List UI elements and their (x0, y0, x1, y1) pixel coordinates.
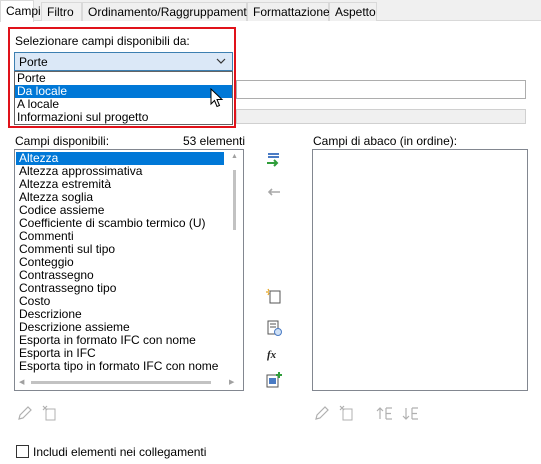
schedule-fields-label: Campi di abaco (in ordine): (313, 134, 458, 148)
include-links-label: Includi elementi nei collegamenti (33, 445, 207, 459)
calculated-value-icon[interactable]: fx (265, 345, 283, 363)
add-field-icon[interactable] (265, 151, 283, 169)
remove-field-icon[interactable] (265, 183, 283, 201)
delete-parameter-icon[interactable] (41, 404, 59, 422)
new-parameter-icon[interactable] (265, 287, 283, 305)
available-fields-label: Campi disponibili: (15, 134, 110, 148)
scroll-left-icon[interactable]: ◀ (19, 379, 24, 387)
tab-bar: Campi Filtro Ordinamento/Raggruppamento … (0, 0, 541, 22)
source-dropdown-list: Porte Da locale A locale Informazioni su… (14, 71, 233, 125)
schedule-fields-list[interactable] (312, 149, 528, 391)
tab-aspetto[interactable]: Aspetto (329, 2, 377, 21)
edit-schedule-field-icon[interactable] (313, 404, 331, 422)
horizontal-scrollbar[interactable]: ◀ ▶ (15, 375, 243, 390)
tab-campi[interactable]: Campi (0, 0, 41, 22)
combine-parameters-icon[interactable] (265, 319, 283, 337)
horizontal-scroll-thumb[interactable] (31, 381, 211, 384)
hidden-readonly-field (236, 109, 526, 124)
move-down-icon[interactable] (402, 404, 420, 422)
tab-ordinamento[interactable]: Ordinamento/Raggruppamento (82, 2, 253, 21)
available-count: 53 elementi (183, 134, 246, 148)
available-fields-list[interactable]: Altezza Altezza approssimativa Altezza e… (14, 149, 244, 391)
mouse-cursor-icon (210, 88, 224, 108)
add-embedded-schedule-icon[interactable] (265, 371, 283, 389)
hidden-input-field[interactable] (236, 80, 526, 99)
list-item[interactable]: Esporta tipo in formato IFC con nome (16, 360, 224, 373)
edit-parameter-icon[interactable] (16, 404, 34, 422)
vertical-scrollbar[interactable]: ▲ (226, 150, 243, 376)
move-up-icon[interactable] (376, 404, 394, 422)
source-option-informazioni-progetto[interactable]: Informazioni sul progetto (15, 111, 232, 124)
tab-formattazione[interactable]: Formattazione (247, 2, 330, 21)
svg-text:fx: fx (267, 349, 277, 361)
tab-filtro[interactable]: Filtro (41, 2, 82, 21)
delete-schedule-field-icon[interactable] (338, 404, 356, 422)
scroll-right-icon[interactable]: ▶ (229, 379, 234, 387)
vertical-scroll-thumb[interactable] (233, 170, 236, 230)
include-links-checkbox[interactable] (16, 445, 29, 458)
scroll-up-icon[interactable]: ▲ (231, 153, 238, 161)
